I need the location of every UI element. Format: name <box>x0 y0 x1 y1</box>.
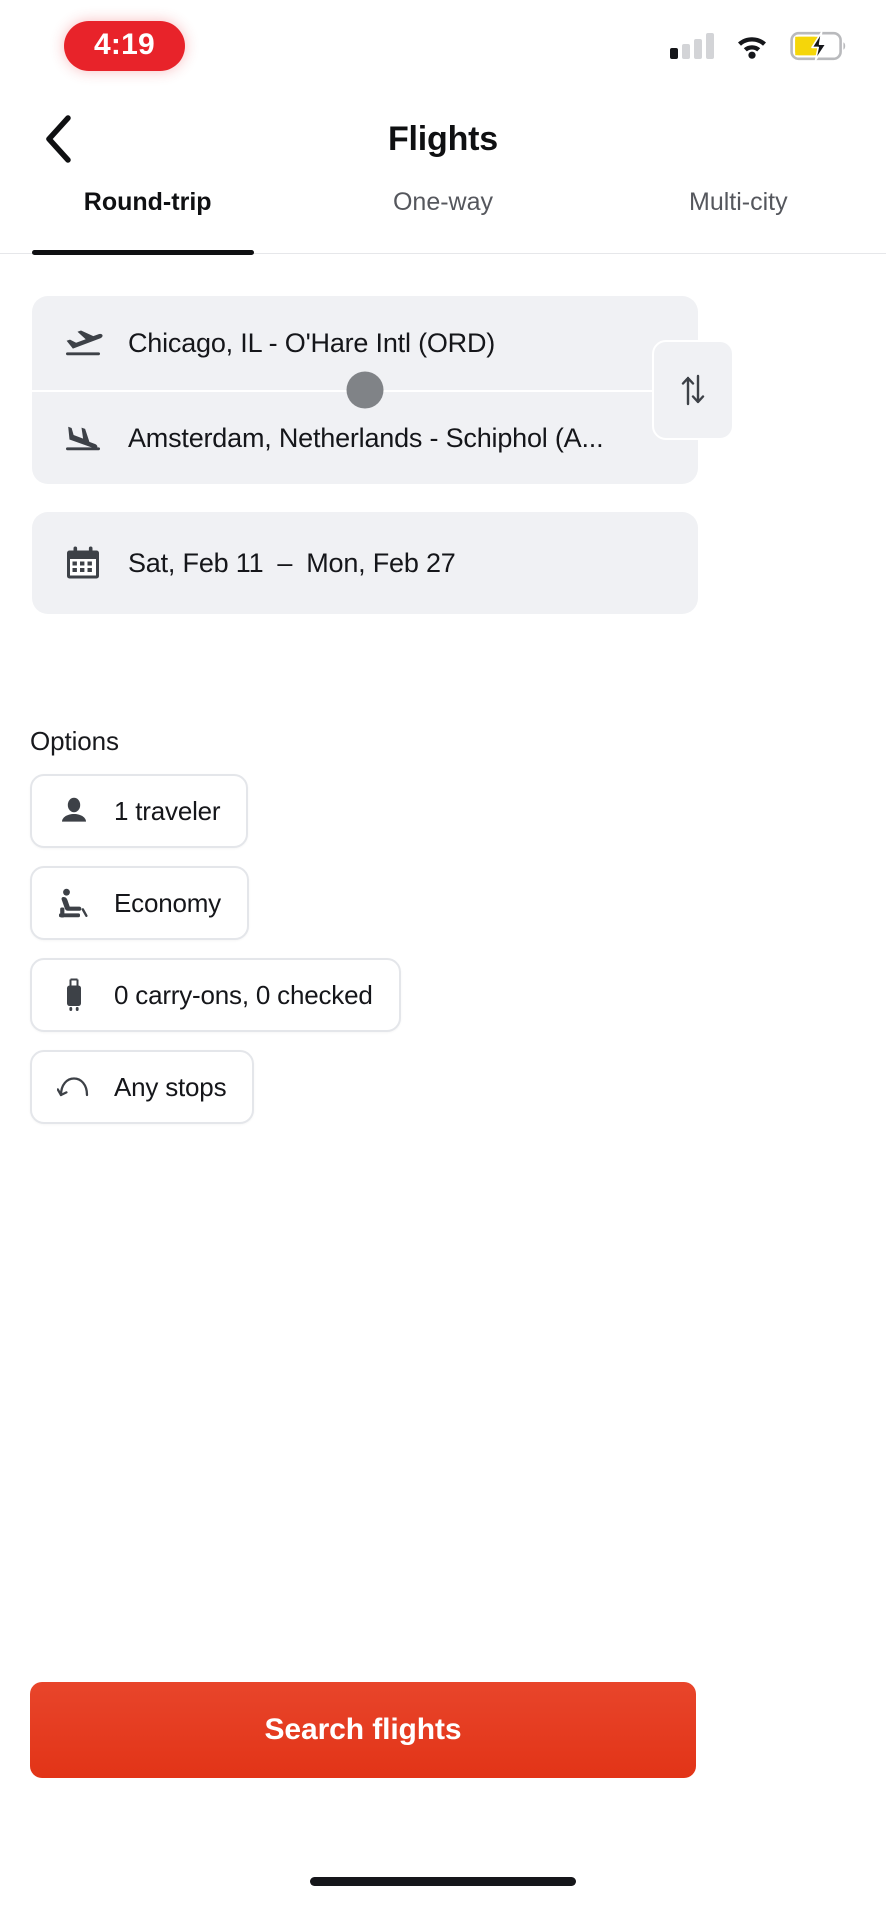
cabin-class-label: Economy <box>114 887 221 918</box>
wifi-icon <box>735 33 769 59</box>
depart-date: Sat, Feb 11 <box>128 547 264 578</box>
stops-label: Any stops <box>114 1071 227 1102</box>
flight-takeoff-icon <box>60 320 106 366</box>
tab-multi-city[interactable]: Multi-city <box>591 186 886 253</box>
destination-value: Amsterdam, Netherlands - Schiphol (A... <box>128 422 604 453</box>
flight-land-icon <box>60 415 106 461</box>
status-time: 4:19 <box>64 21 185 71</box>
tab-one-way[interactable]: One-way <box>295 186 590 253</box>
search-form: Chicago, IL - O'Hare Intl (ORD) Amsterda… <box>0 254 886 1920</box>
route-card: Chicago, IL - O'Hare Intl (ORD) Amsterda… <box>32 296 734 484</box>
stops-arrow-icon <box>54 1067 94 1107</box>
options-chip-list: 1 traveler Economy 0 carry-ons, 0 checke… <box>30 774 401 1124</box>
tab-round-trip[interactable]: Round-trip <box>0 186 295 253</box>
date-separator: – <box>277 547 293 578</box>
date-range-field[interactable]: Sat, Feb 11 – Mon, Feb 27 <box>32 512 698 614</box>
cellular-signal-icon <box>670 33 714 59</box>
status-bar: 4:19 <box>0 0 886 92</box>
status-icon-group <box>670 31 848 61</box>
back-button[interactable] <box>30 111 86 167</box>
trip-type-tabs: Round-trip One-way Multi-city <box>0 186 886 255</box>
route-midpoint-dot <box>346 371 384 409</box>
calendar-icon <box>60 540 106 586</box>
page-title: Flights <box>387 119 499 158</box>
swap-vertical-icon <box>681 374 705 406</box>
app-header: Flights <box>0 92 886 186</box>
stops-chip[interactable]: Any stops <box>30 1050 255 1124</box>
swap-airports-button[interactable] <box>652 340 734 440</box>
battery-charging-icon <box>790 31 848 61</box>
cabin-class-chip[interactable]: Economy <box>30 866 249 940</box>
luggage-icon <box>54 975 94 1015</box>
bags-label: 0 carry-ons, 0 checked <box>114 979 373 1010</box>
options-heading: Options <box>30 726 119 756</box>
origin-value: Chicago, IL - O'Hare Intl (ORD) <box>128 327 496 358</box>
return-date: Mon, Feb 27 <box>306 547 456 578</box>
travelers-label: 1 traveler <box>114 795 221 826</box>
airline-seat-icon <box>54 883 94 923</box>
bags-chip[interactable]: 0 carry-ons, 0 checked <box>30 958 401 1032</box>
travelers-chip[interactable]: 1 traveler <box>30 774 249 848</box>
flight-search-screen: 4:19 Flights Round-trip One-way Multi-ci… <box>0 0 886 1920</box>
home-indicator <box>310 1877 576 1886</box>
chevron-left-icon <box>46 115 71 163</box>
search-flights-button[interactable]: Search flights <box>30 1682 696 1778</box>
person-icon <box>54 791 94 831</box>
